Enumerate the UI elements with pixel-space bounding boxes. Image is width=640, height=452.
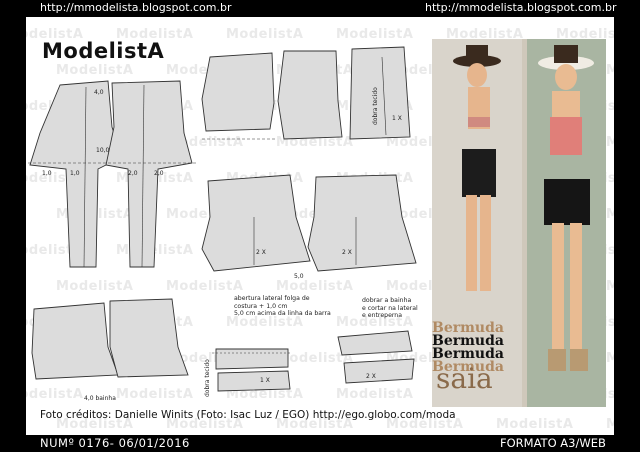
measure-2-0-b: 2,0 [154, 170, 164, 177]
shorts-piece-b [277, 50, 343, 140]
two-x-label-a: 2 X [256, 249, 266, 256]
waistband-c [343, 358, 415, 384]
two-x-label-c: 2 X [366, 373, 376, 380]
skirt-piece [349, 46, 411, 140]
shorts-back-bottom [31, 302, 119, 380]
one-x-label-b: 1 X [260, 377, 270, 384]
fold-label-bottom: dobra tecido [204, 359, 211, 397]
measure-5-0: 5,0 [294, 273, 304, 280]
measure-1-0-b: 1,0 [70, 170, 80, 177]
blog-url-left[interactable]: http://mmodelista.blogspot.com.br [40, 1, 232, 14]
side-opening-note: abertura lateral folga de costura + 1,0 … [234, 295, 331, 317]
bottom-bar: NUMº 0176- 06/01/2016 FORMATO A3/WEB [0, 435, 640, 452]
two-x-label-b: 2 X [342, 249, 352, 256]
measure-10-0: 10,0 [96, 147, 110, 154]
waistband-a [215, 348, 289, 370]
measure-4-0: 4,0 [94, 89, 104, 96]
one-x-label: 1 X [392, 115, 402, 122]
measure-1-0-a: 1,0 [42, 170, 52, 177]
shorts-front-bottom [109, 298, 189, 378]
shorts-piece-a [201, 52, 275, 132]
format-label: FORMATO A3/WEB [500, 436, 606, 450]
large-shorts-back [201, 174, 311, 272]
fold-label-top: dobra tecido [372, 87, 379, 125]
issue-number: NUMº 0176- 06/01/2016 [40, 436, 190, 450]
pattern-sheet: ModelistAModelistAModelistAModelistAMode… [26, 17, 614, 435]
large-shorts-front [307, 174, 417, 272]
hem-label: 4,0 bainha [84, 395, 116, 402]
trouser-front-piece [105, 80, 193, 268]
blog-url-right[interactable]: http://mmodelista.blogspot.com.br [425, 1, 617, 14]
waistband-b [337, 330, 413, 356]
measure-2-0-a: 2,0 [128, 170, 138, 177]
saia-title: saia [436, 362, 493, 395]
waistband-d [217, 370, 291, 392]
top-bar: http://mmodelista.blogspot.com.br http:/… [0, 0, 640, 17]
photo-credits: Foto créditos: Danielle Winits (Foto: Is… [40, 409, 456, 421]
fold-hem-note: dobrar a bainha e cortar na lateral e en… [362, 297, 418, 319]
